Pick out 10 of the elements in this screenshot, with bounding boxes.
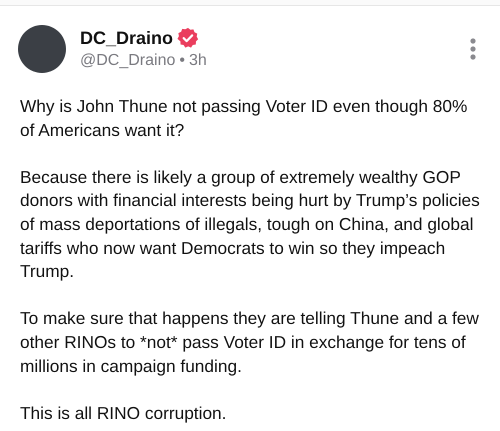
user-name[interactable]: DC_Draino <box>80 28 174 50</box>
post-paragraph: To make sure that happens they are telling Thune and a few other RINOs to *not* pass Voter ID in exchange for tens of millions in campaign funding. <box>20 307 480 378</box>
user-handle: @DC_Draino <box>80 50 176 71</box>
more-options-icon[interactable] <box>470 38 476 60</box>
avatar[interactable] <box>18 25 66 73</box>
post-paragraph: Why is John Thune not passing Voter ID even though 80% of Americans want it? <box>20 95 468 142</box>
separator: • <box>179 50 185 71</box>
post-paragraph: Because there is likely a group of extremely wealthy GOP donors with financial interests being hurt by Trump’s policies of mass deportations of illegals, tough on China, and global tariffs who now want Democrats to win so they impeach Trump. <box>20 166 481 284</box>
post-paragraph: This is all RINO corruption. <box>20 402 228 425</box>
post-time: 3h <box>189 50 207 71</box>
